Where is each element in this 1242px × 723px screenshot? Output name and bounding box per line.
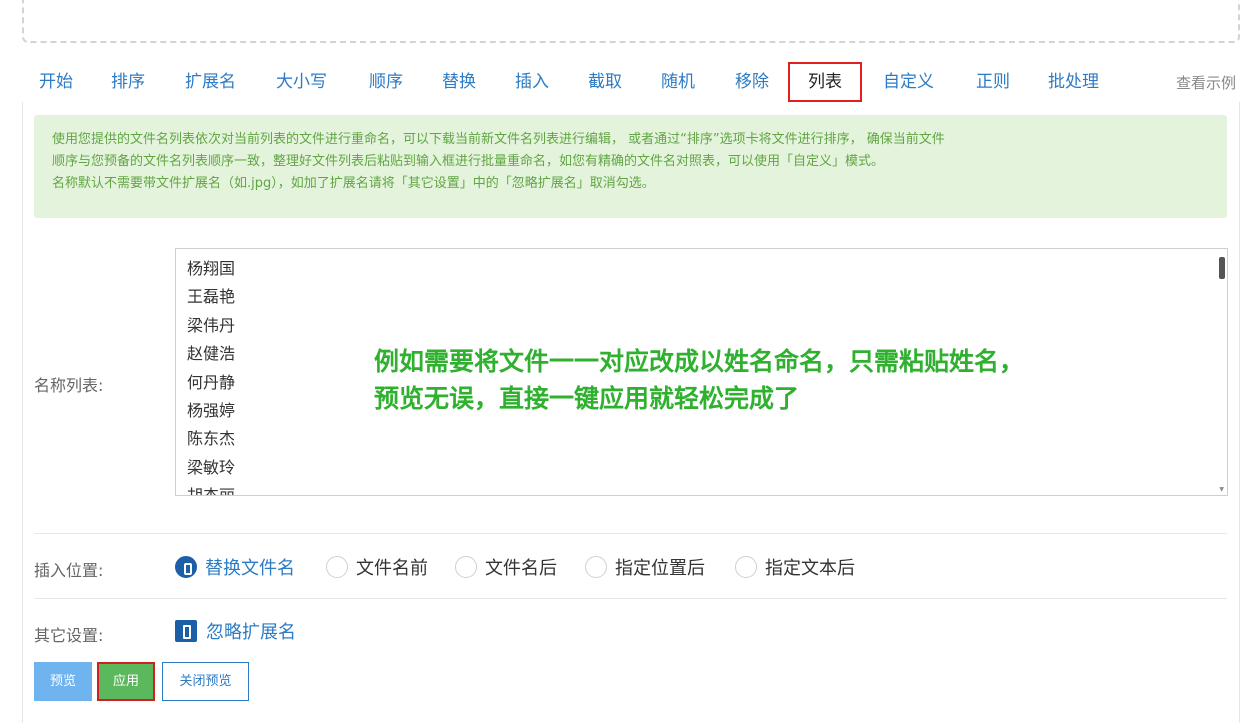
radio-checked-icon [175,556,197,578]
list-item: 梁敏玲 [187,457,236,477]
radio-after-position[interactable]: 指定位置后 [585,554,705,580]
radio-after-text[interactable]: 指定文本后 [735,554,855,580]
list-item: 陈东杰 [187,429,236,449]
tab-custom[interactable]: 自定义 [883,62,934,102]
tab-random[interactable]: 随机 [661,62,695,102]
radio-after-filename[interactable]: 文件名后 [455,554,557,580]
info-line-1: 使用您提供的文件名列表依次对当前列表的文件进行重命名，可以下载当前新文件名列表进… [52,132,945,147]
tab-replace[interactable]: 替换 [442,62,476,102]
list-item: 王磊艳 [187,287,236,307]
radio-label: 指定文本后 [765,558,855,579]
ignore-extension-checkbox[interactable]: 忽略扩展名 [175,619,296,643]
tab-case[interactable]: 大小写 [276,62,327,102]
radio-label: 文件名前 [356,558,428,579]
tab-batch[interactable]: 批处理 [1048,62,1099,102]
checkbox-label: 忽略扩展名 [206,622,296,643]
tab-list[interactable]: 列表 [788,62,862,102]
list-item: 赵健浩 [187,344,236,364]
tab-sort[interactable]: 排序 [111,62,145,102]
tab-truncate[interactable]: 截取 [588,62,622,102]
annotation-overlay: 例如需要将文件一一对应改成以姓名命名，只需粘贴姓名， 预览无误，直接一键应用就轻… [374,343,1024,417]
close-preview-button[interactable]: 关闭预览 [162,662,249,701]
tab-extension[interactable]: 扩展名 [185,62,236,102]
radio-before-filename[interactable]: 文件名前 [326,554,428,580]
annotation-line-1: 例如需要将文件一一对应改成以姓名命名，只需粘贴姓名， [374,347,1025,376]
radio-label: 指定位置后 [615,558,705,579]
tab-regex[interactable]: 正则 [976,62,1010,102]
tab-order[interactable]: 顺序 [369,62,403,102]
radio-label: 替换文件名 [205,558,295,579]
preview-button[interactable]: 预览 [34,662,92,701]
insert-position-label: 插入位置: [34,561,104,580]
other-settings-label: 其它设置: [34,626,104,645]
divider [34,598,1227,599]
radio-unchecked-icon [326,556,348,578]
radio-replace-filename[interactable]: 替换文件名 [175,554,295,580]
textarea-scrollbar[interactable] [1219,257,1225,279]
radio-label: 文件名后 [485,558,557,579]
tab-insert[interactable]: 插入 [515,62,549,102]
info-line-2: 顺序与您预备的文件名列表顺序一致，整理好文件列表后粘贴到输入框进行批量重命名，如… [52,154,885,169]
radio-unchecked-icon [585,556,607,578]
checkbox-checked-icon [175,620,197,642]
file-drop-area[interactable] [22,0,1240,43]
list-item: 梁伟丹 [187,315,236,335]
scroll-down-arrow-icon[interactable]: ▼ [1219,487,1224,493]
tab-start[interactable]: 开始 [39,62,73,102]
list-item: 胡杰丽 [187,486,236,496]
info-line-3: 名称默认不需要带文件扩展名（如.jpg），如加了扩展名请将「其它设置」中的「忽略… [52,176,655,191]
list-item: 杨强婷 [187,401,236,421]
annotation-line-2: 预览无误，直接一键应用就轻松完成了 [374,384,800,413]
view-example-link[interactable]: 查看示例 [1176,72,1236,93]
radio-unchecked-icon [455,556,477,578]
list-item: 何丹静 [187,372,236,392]
tab-remove[interactable]: 移除 [735,62,769,102]
radio-unchecked-icon [735,556,757,578]
apply-button[interactable]: 应用 [97,662,155,701]
name-list-content: 杨翔国 王磊艳 梁伟丹 赵健浩 何丹静 杨强婷 陈东杰 梁敏玲 胡杰丽 [187,255,236,496]
divider [34,533,1227,534]
tab-bar: 开始 排序 扩展名 大小写 顺序 替换 插入 截取 随机 移除 列表 自定义 正… [0,62,1242,102]
info-notice: 使用您提供的文件名列表依次对当前列表的文件进行重命名，可以下载当前新文件名列表进… [34,115,1227,218]
list-item: 杨翔国 [187,259,236,278]
name-list-label: 名称列表: [34,376,104,395]
